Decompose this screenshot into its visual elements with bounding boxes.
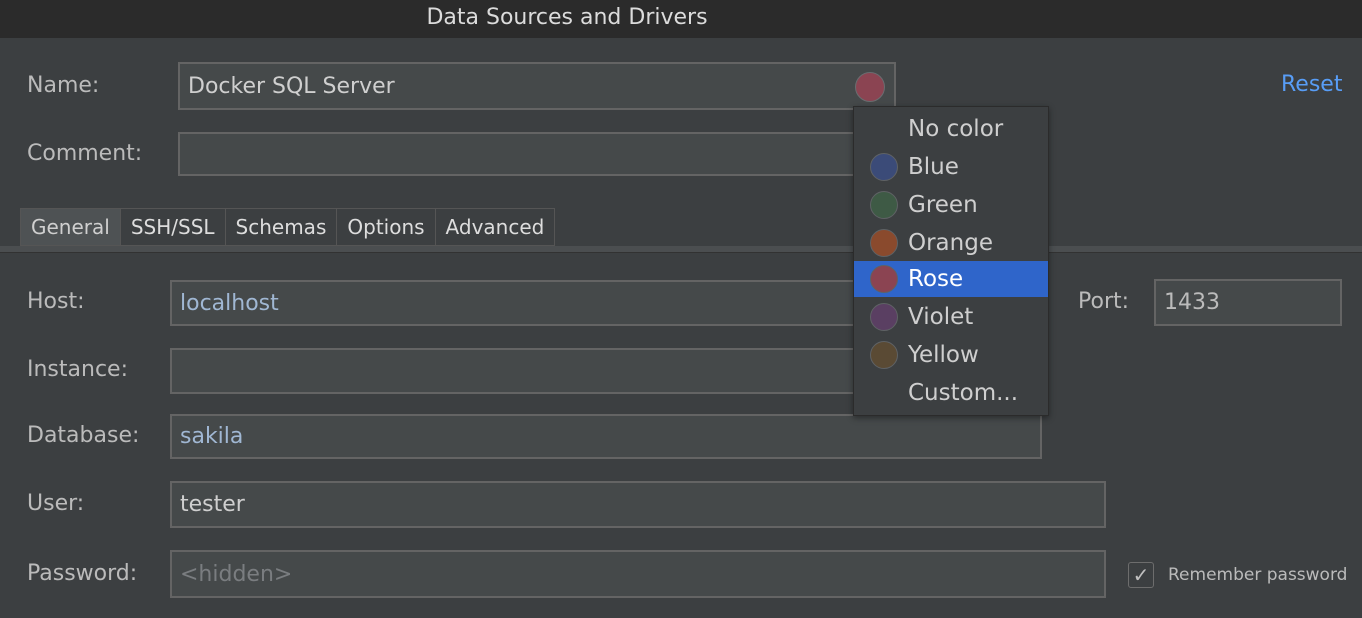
color-option-label: No color — [908, 116, 1004, 142]
color-option-label: Violet — [908, 304, 974, 330]
color-option-custom[interactable]: Custom... — [854, 375, 1048, 411]
name-label: Name: — [27, 73, 100, 98]
tab-schemas[interactable]: Schemas — [225, 208, 338, 246]
name-field[interactable]: Docker SQL Server — [178, 62, 896, 110]
tab-bar: General SSH/SSL Schemas Options Advanced — [20, 208, 556, 246]
orange-swatch-icon — [870, 229, 898, 257]
color-option-label: Orange — [908, 230, 993, 256]
color-option-label: Blue — [908, 154, 959, 180]
yellow-swatch-icon — [870, 341, 898, 369]
database-value: sakila — [180, 424, 244, 449]
instance-label: Instance: — [27, 357, 128, 382]
violet-swatch-icon — [870, 303, 898, 331]
comment-label: Comment: — [27, 141, 143, 166]
rose-swatch-icon — [870, 265, 898, 293]
tab-ssh-ssl[interactable]: SSH/SSL — [120, 208, 226, 246]
remember-password-label: Remember password — [1168, 565, 1348, 585]
color-option-label: Rose — [908, 266, 964, 292]
password-label: Password: — [27, 561, 138, 586]
tab-general[interactable]: General — [20, 208, 121, 246]
password-placeholder: <hidden> — [180, 561, 293, 587]
comment-field[interactable] — [178, 132, 878, 176]
host-label: Host: — [27, 289, 85, 314]
remember-password-checkbox[interactable]: ✓ — [1128, 562, 1154, 588]
reset-link[interactable]: Reset — [1281, 72, 1342, 97]
port-label: Port: — [1078, 289, 1130, 314]
database-label: Database: — [27, 423, 140, 448]
color-option-blue[interactable]: Blue — [854, 149, 1048, 185]
color-option-violet[interactable]: Violet — [854, 299, 1048, 335]
color-option-no-color[interactable]: No color — [854, 111, 1048, 147]
database-field[interactable]: sakila — [170, 414, 1042, 459]
instance-field[interactable] — [170, 348, 870, 394]
user-field[interactable]: tester — [170, 481, 1106, 528]
port-field[interactable]: 1433 — [1154, 279, 1342, 326]
tab-options[interactable]: Options — [337, 208, 436, 246]
color-swatch-button[interactable] — [855, 72, 885, 102]
blue-swatch-icon — [870, 153, 898, 181]
checkmark-icon: ✓ — [1132, 563, 1150, 587]
color-option-orange[interactable]: Orange — [854, 225, 1048, 261]
color-option-green[interactable]: Green — [854, 187, 1048, 223]
color-option-rose[interactable]: Rose — [854, 261, 1048, 297]
color-menu: No color Blue Green Orange Rose Violet Y… — [853, 106, 1049, 416]
window-title: Data Sources and Drivers — [426, 5, 708, 30]
user-label: User: — [27, 491, 85, 516]
color-option-label: Yellow — [908, 342, 979, 368]
name-value: Docker SQL Server — [188, 73, 395, 99]
port-value: 1433 — [1164, 290, 1220, 315]
color-option-yellow[interactable]: Yellow — [854, 337, 1048, 373]
user-value: tester — [180, 492, 245, 517]
green-swatch-icon — [870, 191, 898, 219]
tab-divider-shadow — [0, 252, 1362, 253]
color-option-label: Custom... — [908, 380, 1019, 406]
tab-advanced[interactable]: Advanced — [435, 208, 556, 246]
host-field[interactable]: localhost — [170, 280, 870, 326]
host-value: localhost — [180, 290, 279, 316]
color-option-label: Green — [908, 192, 978, 218]
password-field[interactable]: <hidden> — [170, 550, 1106, 598]
title-bar: Data Sources and Drivers — [0, 0, 1362, 38]
